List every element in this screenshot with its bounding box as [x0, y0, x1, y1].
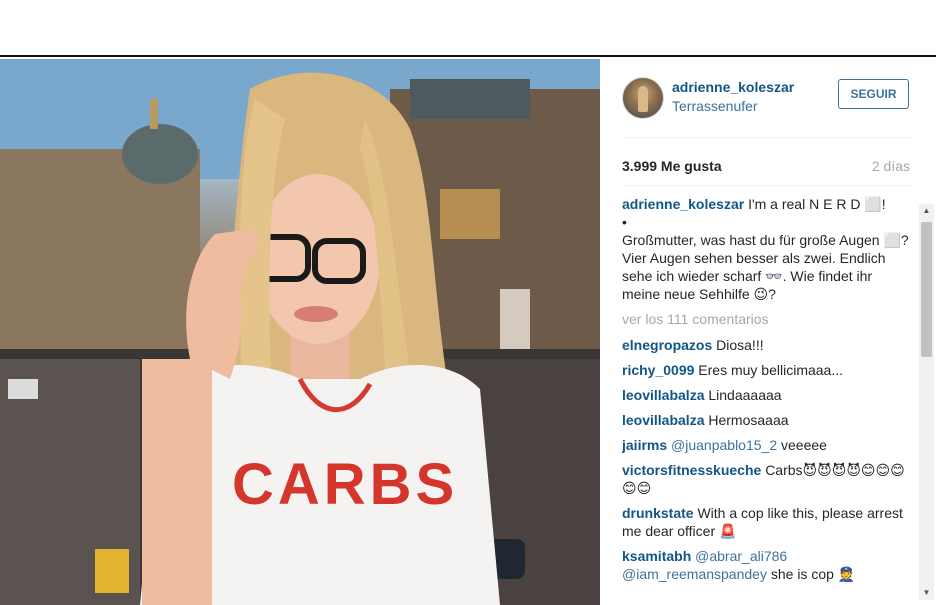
comment-item: elnegropazos Diosa!!! — [622, 336, 910, 354]
lips — [294, 306, 338, 322]
comment-item: drunkstate With a cop like this, please … — [622, 504, 910, 540]
comment-mention[interactable]: @abrar_ali786 — [695, 548, 787, 564]
comments-scrollbar[interactable]: ▲ ▼ — [919, 204, 934, 600]
likes-divider — [622, 185, 912, 186]
avatar-figure — [638, 86, 648, 112]
post-time[interactable]: 2 días — [872, 158, 910, 174]
post-photo[interactable]: CARBS — [0, 59, 600, 605]
post-sidebar: adrienne_koleszar Terrassenufer SEGUIR 3… — [600, 59, 936, 605]
likes-count[interactable]: 3.999 Me gusta — [622, 158, 722, 174]
comment-text: she is cop 👮 — [770, 566, 856, 582]
dome-statue — [150, 99, 158, 129]
follow-button[interactable]: SEGUIR — [838, 79, 909, 109]
comment-username[interactable]: leovillabalza — [622, 387, 704, 403]
caption-line1: I'm a real N E R D ⬜! — [748, 196, 886, 212]
comment-text: veeeee — [781, 437, 827, 453]
comment-username[interactable]: leovillabalza — [622, 412, 704, 428]
comment-text: Hermosaaaa — [708, 412, 789, 428]
comment-username[interactable]: jaiirms — [622, 437, 667, 453]
shirt-print: CARBS — [232, 452, 458, 517]
roof-right — [410, 79, 530, 119]
caption-username[interactable]: adrienne_koleszar — [622, 196, 744, 212]
post-location[interactable]: Terrassenufer — [672, 98, 758, 114]
comment-item: ksamitabh @abrar_ali786 @iam_reemanspand… — [622, 547, 910, 583]
dome — [122, 124, 198, 184]
comment-mention-2[interactable]: @iam_reemanspandey — [622, 566, 767, 582]
comment-text: Diosa!!! — [716, 337, 764, 353]
comment-item: leovillabalza Hermosaaaa — [622, 411, 910, 429]
comment-username[interactable]: elnegropazos — [622, 337, 712, 353]
caption-bullet: • — [622, 214, 627, 230]
comment-item: leovillabalza Lindaaaaaa — [622, 386, 910, 404]
avatar[interactable] — [622, 77, 664, 119]
scroll-down-arrow-icon[interactable]: ▼ — [919, 586, 934, 600]
post-header: adrienne_koleszar Terrassenufer SEGUIR — [622, 77, 912, 119]
caption: adrienne_koleszar I'm a real N E R D ⬜! … — [622, 195, 910, 303]
comment-username[interactable]: drunkstate — [622, 505, 694, 521]
comment-username[interactable]: victorsfitnesskueche — [622, 462, 761, 478]
comment-text: Eres muy bellicimaaa... — [698, 362, 844, 378]
vehicle-left — [8, 379, 38, 399]
comment-item: victorsfitnesskueche Carbs😈😈😈😈😊😊😊😊😊 — [622, 461, 910, 497]
comments-list: adrienne_koleszar I'm a real N E R D ⬜! … — [622, 195, 910, 593]
post-username[interactable]: adrienne_koleszar — [672, 79, 794, 95]
sunlit-wall — [440, 189, 500, 239]
header-divider — [622, 137, 912, 138]
comment-item: jaiirms @juanpablo15_2 veeeee — [622, 436, 910, 454]
post-modal: CARBS adrienne_koleszar Terrassenufer SE… — [0, 55, 936, 605]
comment-username[interactable]: richy_0099 — [622, 362, 694, 378]
view-all-comments-link[interactable]: ver los 111 comentarios — [622, 310, 910, 328]
comment-text: Lindaaaaaa — [708, 387, 782, 403]
comment-mention[interactable]: @juanpablo15_2 — [671, 437, 777, 453]
scroll-up-arrow-icon[interactable]: ▲ — [919, 204, 934, 218]
comment-item: richy_0099 Eres muy bellicimaaa... — [622, 361, 910, 379]
arm — [142, 359, 212, 605]
scrollbar-thumb[interactable] — [921, 222, 932, 357]
photo-illustration: CARBS — [0, 59, 600, 605]
comment-username[interactable]: ksamitabh — [622, 548, 691, 564]
yellow-sign — [95, 549, 129, 593]
caption-body: Großmutter, was hast du für große Augen … — [622, 232, 909, 302]
